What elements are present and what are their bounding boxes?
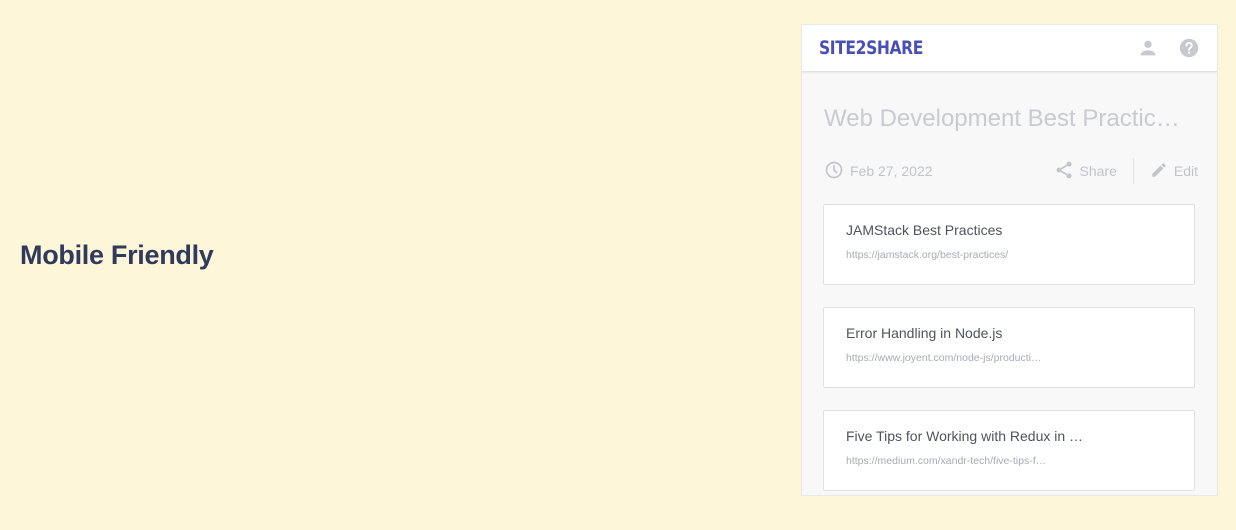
edit-label: Edit bbox=[1173, 163, 1198, 179]
share-button[interactable]: Share bbox=[1054, 160, 1117, 183]
collection-meta: Feb 27, 2022 Share Edit bbox=[824, 158, 1198, 184]
actions-divider bbox=[1132, 158, 1134, 184]
pencil-icon bbox=[1150, 161, 1168, 182]
app-bar-actions bbox=[1136, 25, 1201, 71]
link-url: https://www.joyent.com/node-js/producti… bbox=[846, 352, 1042, 364]
link-card[interactable]: JAMStack Best Practices https://jamstack… bbox=[823, 204, 1195, 285]
link-url: https://jamstack.org/best-practices/ bbox=[846, 249, 1009, 261]
feature-title: Mobile Friendly bbox=[20, 240, 214, 270]
share-label: Share bbox=[1079, 163, 1117, 179]
link-url: https://medium.com/xandr-tech/five-tips-… bbox=[846, 455, 1047, 467]
link-card[interactable]: Error Handling in Node.js https://www.jo… bbox=[823, 307, 1195, 388]
link-title: JAMStack Best Practices bbox=[846, 222, 1003, 238]
collection-actions: Share Edit bbox=[1054, 158, 1198, 184]
link-title: Error Handling in Node.js bbox=[846, 325, 1003, 341]
account-icon[interactable] bbox=[1136, 36, 1160, 60]
collection-date: Feb 27, 2022 bbox=[850, 163, 933, 179]
share-icon bbox=[1054, 160, 1074, 183]
collection-title: Web Development Best Practic… bbox=[824, 105, 1180, 132]
app-logo[interactable]: SITE2SHARE bbox=[819, 37, 923, 59]
clock-icon bbox=[824, 160, 844, 183]
link-title: Five Tips for Working with Redux in … bbox=[846, 428, 1084, 444]
app-bar: SITE2SHARE bbox=[802, 25, 1217, 72]
mobile-preview: SITE2SHARE Web Development Best Practic… bbox=[801, 24, 1218, 496]
date-info: Feb 27, 2022 bbox=[824, 160, 933, 183]
help-icon[interactable] bbox=[1177, 36, 1201, 60]
link-card[interactable]: Five Tips for Working with Redux in … ht… bbox=[823, 410, 1195, 491]
edit-button[interactable]: Edit bbox=[1150, 161, 1198, 182]
